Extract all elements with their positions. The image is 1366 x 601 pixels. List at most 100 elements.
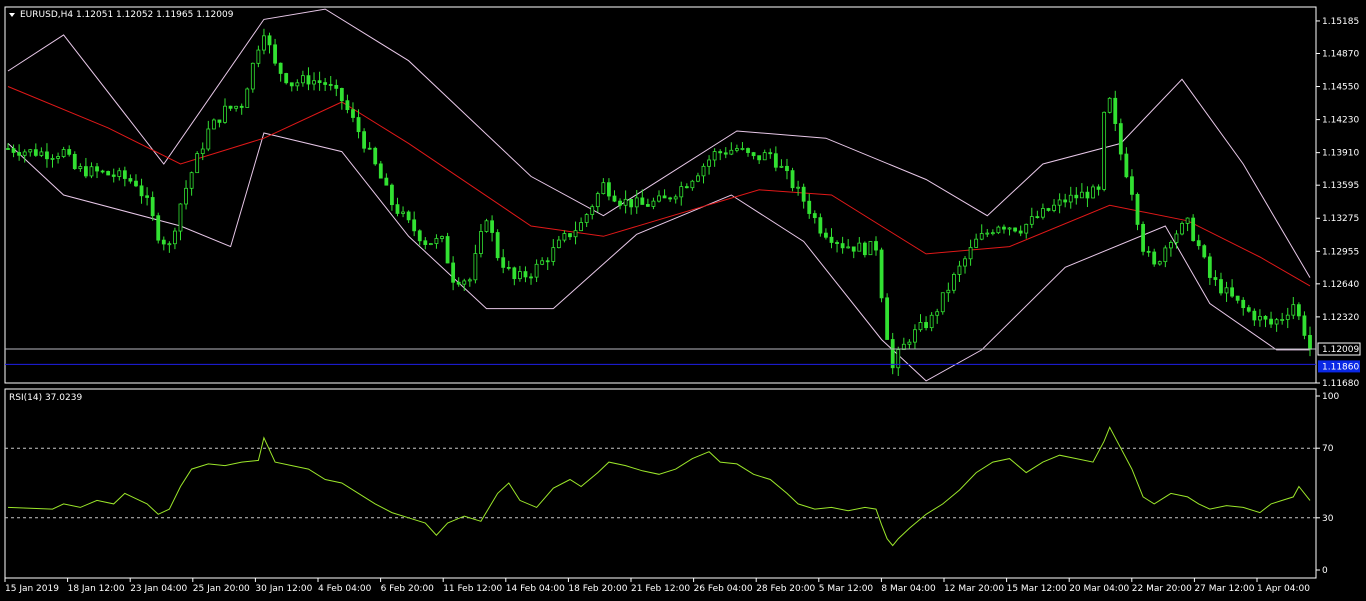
- candle-body: [33, 149, 38, 156]
- candle-body: [946, 289, 951, 294]
- candle-body: [356, 117, 361, 133]
- candle-body: [829, 236, 834, 243]
- candle-body: [1091, 186, 1095, 199]
- time-axis-label: 21 Feb 12:00: [631, 584, 690, 594]
- candle-body: [512, 267, 517, 280]
- chart-window[interactable]: EURUSD,H4 1.12051 1.12052 1.11965 1.1200…: [0, 0, 1366, 601]
- candle-body: [924, 322, 928, 329]
- candle-body: [551, 247, 556, 262]
- candle-body: [395, 204, 400, 214]
- candle-body: [679, 186, 684, 198]
- candle-body: [1135, 193, 1140, 225]
- candle-body: [50, 157, 55, 160]
- candle-body: [517, 271, 522, 280]
- candle-body: [974, 238, 979, 248]
- candle-body: [484, 220, 489, 232]
- candle-body: [445, 236, 450, 264]
- time-axis-label: 1 Apr 04:00: [1257, 584, 1310, 594]
- time-axis-label: 23 Jan 04:00: [130, 584, 187, 594]
- candle-body: [11, 148, 16, 153]
- candle-body: [267, 35, 272, 46]
- candle-body: [601, 182, 606, 195]
- candle-body: [734, 148, 739, 151]
- price-axis-label: 1.11680: [1322, 379, 1359, 389]
- candle-body: [612, 195, 617, 202]
- candle-body: [573, 230, 578, 238]
- candle-body: [651, 200, 656, 207]
- time-axis-label: 8 Mar 04:00: [881, 584, 936, 594]
- rsi-series-line: [7, 426, 1311, 547]
- candle-body: [28, 149, 33, 153]
- candle-body: [173, 230, 177, 245]
- candle-body: [940, 292, 945, 313]
- candle-body: [306, 75, 311, 85]
- candle-body: [17, 152, 22, 156]
- candle-body: [1202, 245, 1207, 258]
- candle-body: [128, 178, 133, 182]
- price-axis[interactable]: 1.15185 1.14870 1.14550 1.14230 1.13910 1.135…: [1316, 17, 1359, 389]
- candle-body: [907, 341, 912, 345]
- candle-body: [156, 215, 161, 241]
- candle-body: [167, 243, 172, 246]
- candle-body: [295, 82, 300, 87]
- candle-body: [22, 151, 27, 156]
- candle-body: [289, 82, 294, 87]
- candle-body: [1185, 217, 1190, 224]
- candle-body: [345, 100, 350, 111]
- candle-body: [184, 187, 188, 205]
- candle-body: [401, 211, 405, 214]
- candle-body: [929, 314, 934, 329]
- candle-body: [985, 232, 990, 235]
- candle-body: [1035, 216, 1040, 219]
- candle-body: [1258, 315, 1262, 321]
- candle-body: [1046, 208, 1051, 211]
- candle-body: [707, 159, 711, 167]
- time-axis-label: 28 Feb 20:00: [756, 584, 815, 594]
- rsi-axis-label: 30: [1322, 514, 1334, 524]
- candle-body: [367, 147, 372, 150]
- candle-body: [300, 75, 305, 84]
- bollinger-upper-line: [7, 8, 1311, 278]
- current-price-tag: 1.12009: [1317, 342, 1361, 356]
- candle-body: [840, 243, 845, 249]
- candle-body: [629, 198, 634, 208]
- candle-body: [556, 239, 561, 249]
- candle-body: [634, 197, 639, 208]
- candle-body: [796, 186, 801, 189]
- candle-body: [979, 233, 984, 240]
- candle-body: [1130, 176, 1134, 195]
- candle-body: [701, 165, 706, 177]
- candle-body: [645, 204, 650, 207]
- candle-body: [245, 88, 250, 108]
- collapse-triangle-icon[interactable]: [9, 13, 15, 17]
- time-axis-label: 30 Jan 12:00: [255, 584, 312, 594]
- time-axis-label: 18 Feb 20:00: [568, 584, 627, 594]
- candle-body: [1079, 191, 1084, 199]
- candle-body: [757, 155, 762, 161]
- candle-body: [690, 180, 695, 189]
- candle-body: [785, 165, 789, 172]
- candle-body: [1168, 242, 1173, 249]
- time-axis[interactable]: 15 Jan 2019 18 Jan 12:00 23 Jan 04:00 25 Ja…: [4, 578, 1310, 594]
- rsi-axis-label: 70: [1322, 444, 1334, 454]
- candle-body: [846, 246, 851, 249]
- candle-body: [523, 271, 528, 278]
- candle-body: [78, 166, 83, 169]
- candle-body: [106, 171, 111, 176]
- candle-body: [1002, 226, 1006, 230]
- candle-body: [545, 260, 550, 263]
- candle-body: [490, 220, 494, 233]
- candle-body: [473, 253, 478, 281]
- candle-body: [1252, 310, 1257, 321]
- candle-body: [1246, 307, 1251, 312]
- candle-body: [801, 186, 806, 202]
- candle-body: [885, 297, 890, 340]
- candle-body: [111, 174, 116, 177]
- candle-body: [673, 196, 678, 200]
- candle-body: [1085, 191, 1090, 199]
- candle-body: [506, 266, 511, 269]
- candle-body: [323, 82, 328, 85]
- price-axis-label: 1.12640: [1322, 280, 1359, 290]
- candle-body: [1230, 287, 1235, 297]
- candle-body: [1235, 295, 1240, 301]
